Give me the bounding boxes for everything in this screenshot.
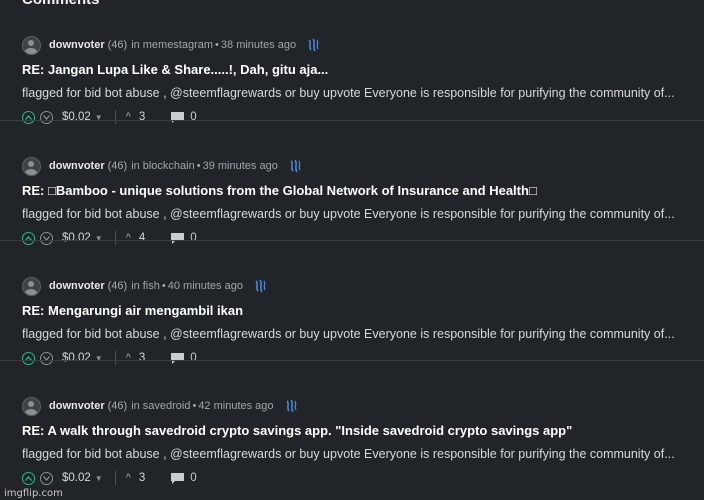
comment-title-link[interactable]: RE: Jangan Lupa Like & Share.....!, Dah,…: [22, 62, 328, 77]
timestamp[interactable]: 39 minutes ago: [203, 160, 278, 172]
steem-logo-icon: [308, 38, 319, 52]
author-link[interactable]: downvoter: [49, 160, 105, 172]
comment-item: downvoter (46) in fish • 40 minutes ago …: [0, 240, 704, 365]
separator-dot: •: [192, 400, 197, 412]
reputation-badge: (46): [107, 400, 128, 412]
in-label: in: [131, 400, 140, 412]
in-label: in: [131, 39, 140, 51]
comment-item: downvoter (46) in blockchain • 39 minute…: [0, 120, 704, 245]
author-link[interactable]: downvoter: [49, 280, 105, 292]
comment-body[interactable]: flagged for bid bot abuse , @steemflagre…: [22, 207, 694, 221]
author-link[interactable]: downvoter: [49, 39, 105, 51]
vote-count[interactable]: 3: [139, 472, 145, 484]
comment-body[interactable]: flagged for bid bot abuse , @steemflagre…: [22, 447, 694, 461]
steem-logo-icon: [290, 159, 301, 173]
watermark: imgflip.com: [4, 488, 63, 499]
community-link[interactable]: memestagram: [143, 39, 213, 51]
comment-item: downvoter (46) in savedroid • 42 minutes…: [0, 360, 704, 485]
replies-button[interactable]: 0: [171, 472, 197, 484]
comment-title-link[interactable]: RE: Mengarungi air mengambil ikan: [22, 303, 243, 318]
divider: [114, 471, 116, 485]
reputation-badge: (46): [107, 280, 128, 292]
community-link[interactable]: savedroid: [143, 400, 191, 412]
in-label: in: [131, 280, 140, 292]
comment-meta: downvoter (46) in memestagram • 38 minut…: [22, 35, 320, 55]
comment-title-link[interactable]: RE: □Bamboo - unique solutions from the …: [22, 183, 537, 198]
upvote-icon[interactable]: [22, 471, 35, 485]
in-label: in: [131, 160, 140, 172]
avatar[interactable]: [22, 35, 41, 55]
comment-body[interactable]: flagged for bid bot abuse , @steemflagre…: [22, 86, 694, 100]
reply-count: 0: [190, 472, 197, 484]
steem-logo-icon: [255, 279, 266, 293]
comment-meta: downvoter (46) in blockchain • 39 minute…: [22, 156, 302, 176]
comment-meta: downvoter (46) in savedroid • 42 minutes…: [22, 396, 298, 416]
steem-logo-icon: [285, 399, 297, 413]
separator-dot: •: [215, 39, 219, 51]
avatar[interactable]: [22, 276, 41, 296]
comment-meta: downvoter (46) in fish • 40 minutes ago: [22, 276, 267, 296]
separator-dot: •: [161, 280, 166, 292]
comment-icon: [171, 472, 185, 484]
reputation-badge: (46): [107, 39, 128, 51]
comment-item: downvoter (46) in memestagram • 38 minut…: [0, 0, 704, 124]
chevron-up-icon: ^: [125, 472, 131, 484]
avatar[interactable]: [22, 156, 41, 176]
avatar[interactable]: [22, 396, 41, 416]
comment-body[interactable]: flagged for bid bot abuse , @steemflagre…: [22, 327, 694, 341]
chevron-down-icon[interactable]: ▼: [95, 474, 103, 483]
author-link[interactable]: downvoter: [49, 400, 105, 412]
separator-dot: •: [196, 160, 201, 172]
community-link[interactable]: fish: [143, 280, 160, 292]
payout-value[interactable]: $0.02: [62, 472, 91, 484]
reputation-badge: (46): [107, 160, 128, 172]
community-link[interactable]: blockchain: [143, 160, 195, 172]
timestamp[interactable]: 40 minutes ago: [168, 280, 243, 292]
downvote-icon[interactable]: [40, 471, 53, 485]
comment-title-link[interactable]: RE: A walk through savedroid crypto savi…: [22, 423, 572, 438]
timestamp[interactable]: 42 minutes ago: [198, 400, 273, 412]
comment-footer: $0.02 ▼ ^ 3 0: [22, 469, 197, 487]
timestamp[interactable]: 38 minutes ago: [221, 39, 296, 51]
